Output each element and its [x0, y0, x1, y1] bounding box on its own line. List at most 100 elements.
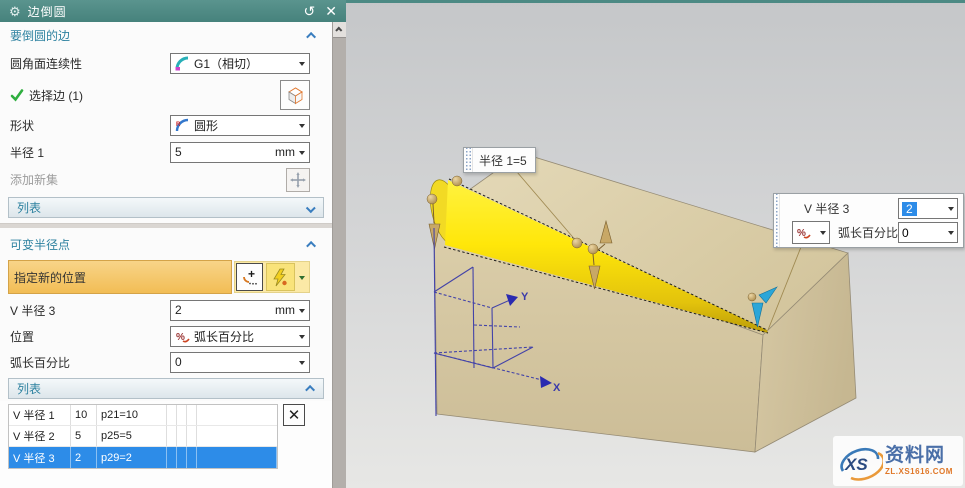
watermark-site-url: ZL.XS1616.COM	[885, 467, 953, 476]
specify-position-field[interactable]: 指定新的位置	[8, 260, 232, 294]
remove-row-button[interactable]: ✕	[283, 404, 305, 426]
position-label: 位置	[10, 328, 34, 345]
svg-text:+: +	[248, 268, 255, 281]
position-dropdown[interactable]: % 弧长百分比	[170, 326, 310, 347]
arc-percent-icon: %	[175, 329, 190, 344]
shape-dropdown[interactable]: R 圆形	[170, 115, 310, 136]
editor-radius-label: V 半径 3	[804, 200, 849, 217]
point-options-dropdown[interactable]	[295, 263, 308, 291]
vradius-value[interactable]: 2	[175, 303, 182, 317]
list-expanded-bar[interactable]: 列表	[8, 378, 324, 399]
point-constructor-icon: +	[241, 268, 259, 286]
shape-value: 圆形	[194, 117, 218, 134]
lightning-icon	[271, 268, 290, 287]
chevron-down-icon	[299, 62, 305, 69]
editor-percent-value[interactable]: 0	[902, 226, 909, 240]
editor-radius-row: V 半径 3 2	[780, 197, 958, 220]
radius-tooltip: 半径 1=5	[463, 147, 536, 173]
chevron-up-icon	[335, 27, 342, 34]
vradius-unit: mm	[275, 303, 295, 317]
radius-handle-sphere[interactable]	[427, 194, 437, 204]
add-new-set-row: 添加新集	[0, 165, 332, 194]
specify-position-label: 指定新的位置	[14, 269, 86, 286]
arc-percent-input[interactable]: 0	[170, 352, 310, 373]
chevron-up-icon[interactable]	[306, 31, 316, 41]
chevron-down-icon	[820, 231, 826, 238]
specify-position-row: 指定新的位置 +	[0, 257, 332, 297]
table-row[interactable]: V 半径 25p25=5	[9, 426, 277, 447]
position-value: 弧长百分比	[194, 328, 254, 345]
section-divider	[0, 223, 332, 228]
vradius-row: V 半径 3 2 mm	[0, 297, 332, 323]
cube-icon	[285, 85, 306, 106]
editor-radius-value[interactable]: 2	[902, 202, 917, 216]
point-button-strip: +	[234, 261, 310, 293]
chevron-down-icon	[299, 124, 305, 131]
reset-icon[interactable]: ↺	[304, 4, 316, 18]
section-title: 可变半径点	[10, 236, 70, 253]
table-row[interactable]: V 半径 110p21=10	[9, 405, 277, 426]
continuity-label: 圆角面连续性	[10, 55, 82, 72]
onscreen-editor: V 半径 3 2 % 弧长百分比	[773, 193, 964, 248]
shape-row: 形状 R 圆形	[0, 112, 332, 139]
watermark-logo-text: XS	[844, 455, 868, 474]
auto-judge-button[interactable]	[266, 263, 295, 291]
dialog-titlebar[interactable]: ⚙ 边倒圆 ↺ ✕	[0, 0, 346, 22]
variable-list-group: 列表 V 半径 110p21=10 V 半径 25p25=5 V 半径 32p2…	[0, 375, 332, 488]
radius1-unit: mm	[275, 145, 295, 159]
radius-handle-sphere[interactable]	[572, 238, 582, 248]
dialog-title: 边倒圆	[28, 3, 67, 20]
continuity-row: 圆角面连续性 G1（相切）	[0, 48, 332, 78]
delete-x-icon: ✕	[288, 408, 301, 423]
radius-handle-sphere[interactable]	[588, 244, 598, 254]
add-new-set-button[interactable]	[286, 168, 310, 192]
editor-percent-input[interactable]: 0	[898, 222, 958, 243]
table-row-selected[interactable]: V 半径 32p29=2	[9, 447, 277, 468]
select-edge-label: 选择边 (1)	[29, 87, 83, 104]
graphics-viewport[interactable]: Y X 半径 1=5 V 半径 3 2	[346, 0, 965, 488]
axis-label-x: X	[553, 382, 561, 394]
radius1-value[interactable]: 5	[175, 145, 182, 159]
close-icon[interactable]: ✕	[325, 4, 337, 18]
continuity-value: G1（相切）	[194, 55, 258, 72]
watermark-logo-icon: XS	[837, 439, 883, 483]
section-variable-radius[interactable]: 可变半径点	[0, 231, 332, 257]
radius1-label: 半径 1	[10, 144, 44, 161]
scrollbar-up-button[interactable]	[333, 22, 346, 38]
radius1-row: 半径 1 5 mm	[0, 139, 332, 165]
chevron-up-icon[interactable]	[306, 240, 316, 250]
watermark-site-name: 资料网	[885, 446, 953, 467]
arc-percent-value[interactable]: 0	[175, 355, 182, 369]
chevron-down-icon	[948, 231, 954, 238]
radius-handle-sphere[interactable]	[748, 293, 756, 301]
select-body-button[interactable]	[280, 80, 310, 110]
vradius-label: V 半径 3	[10, 302, 55, 319]
select-edge-row: 选择边 (1)	[0, 78, 332, 112]
editor-position-label: 弧长百分比	[838, 224, 898, 241]
continuity-dropdown[interactable]: G1（相切）	[170, 53, 310, 74]
list-label: 列表	[17, 380, 41, 397]
variable-list-content: V 半径 110p21=10 V 半径 25p25=5 V 半径 32p29=2…	[0, 401, 332, 488]
application-window: ⚙ 边倒圆 ↺ ✕ 要倒圆的边 圆角面连续性 G1（相切）	[0, 0, 965, 488]
chevron-down-icon	[948, 207, 954, 214]
radius-handle-sphere[interactable]	[452, 176, 462, 186]
chevron-down-icon	[299, 151, 305, 158]
svg-text:R: R	[176, 122, 181, 128]
arc-percent-row: 弧长百分比 0	[0, 349, 332, 375]
editor-radius-input[interactable]: 2	[898, 198, 958, 219]
shape-label: 形状	[10, 117, 34, 134]
add-set-icon	[290, 172, 306, 188]
list-collapsed-bar[interactable]: 列表	[8, 197, 324, 218]
round-shape-icon: R	[175, 118, 190, 133]
chevron-up-icon	[305, 385, 315, 395]
watermark: XS 资料网 ZL.XS1616.COM	[833, 436, 963, 486]
editor-position-dropdown[interactable]: %	[792, 221, 830, 244]
section-edges-to-blend[interactable]: 要倒圆的边	[0, 22, 332, 48]
point-dialog-button[interactable]: +	[236, 263, 263, 291]
add-new-set-label: 添加新集	[10, 171, 58, 188]
tooltip-drag-handle[interactable]	[464, 148, 473, 172]
radius1-input[interactable]: 5 mm	[170, 142, 310, 163]
list-label: 列表	[17, 199, 41, 216]
vradius-input[interactable]: 2 mm	[170, 300, 310, 321]
dialog-scrollbar[interactable]	[332, 22, 346, 488]
